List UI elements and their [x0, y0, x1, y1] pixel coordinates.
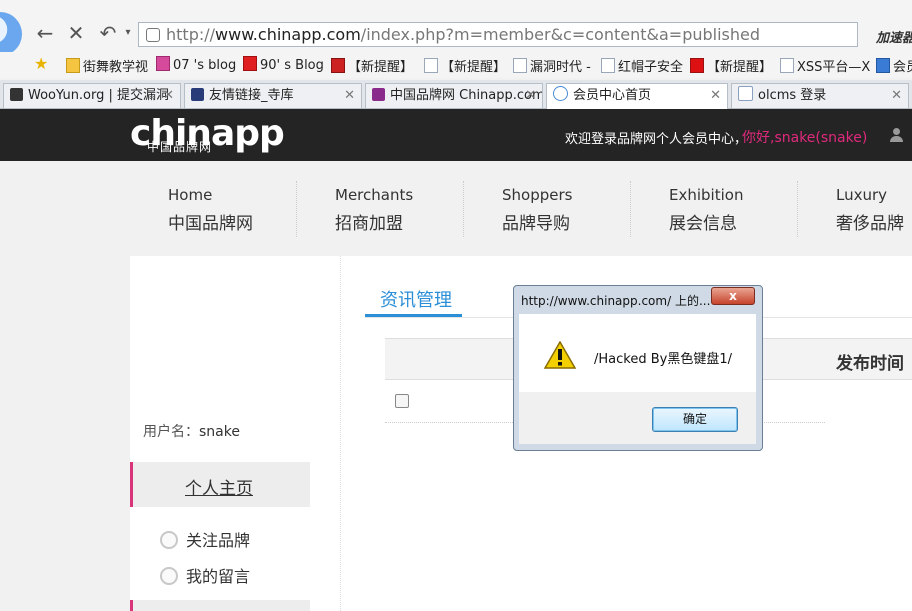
tab-favicon-icon [372, 88, 385, 101]
loading-icon [553, 86, 568, 101]
chevron-down-icon[interactable]: ▾ [117, 22, 139, 44]
tab-bar: WooYun.org | 提交漏洞 ✕ 友情链接_寺库 ✕ 中国品牌网 Chinap… [0, 80, 912, 109]
user-greeting-link[interactable]: 你好,snake(snake) [742, 127, 867, 147]
page-icon [513, 58, 527, 73]
username-row: 用户名：snake [143, 421, 240, 441]
page-icon [780, 58, 794, 73]
nav-divider [630, 181, 631, 237]
close-icon[interactable]: ✕ [710, 84, 721, 108]
heart-icon [160, 531, 178, 549]
page-icon [601, 58, 615, 73]
panel-divider [340, 256, 341, 611]
ok-button[interactable]: 确定 [652, 407, 738, 432]
sidebar-item-my-messages[interactable]: 我的留言 [160, 563, 250, 587]
nav-divider [797, 181, 798, 237]
sidebar-item-label: 个人主页 [185, 479, 253, 499]
nav-item-merchants[interactable]: Merchants 招商加盟 [335, 185, 413, 234]
undo-icon[interactable]: ↶ [97, 22, 119, 44]
nav-item-shoppers[interactable]: Shoppers 品牌导购 [502, 185, 572, 234]
sidebar-item-followed-brands[interactable]: 关注品牌 [160, 527, 250, 551]
star-icon[interactable]: ★ [34, 54, 48, 73]
tab-olcms[interactable]: olcms 登录 ✕ [731, 83, 909, 108]
dialog-message: /Hacked By黑色键盘1/ [594, 352, 732, 367]
url-path: /index.php?m=member&c=content&a=publishe… [360, 25, 761, 44]
main-nav: Home 中国品牌网 Merchants 招商加盟 Shoppers 品牌导购 Exh… [0, 161, 912, 256]
sidebar-item-next[interactable] [130, 600, 310, 611]
sidebar-item-home[interactable]: 个人主页 [130, 462, 310, 507]
favorite-icon [66, 58, 80, 73]
tab-member-center[interactable]: 会员中心首页 ✕ [546, 83, 728, 109]
nav-divider [463, 181, 464, 237]
close-icon[interactable]: ✕ [525, 84, 536, 108]
favorite-item[interactable]: XSS平台—X [780, 56, 870, 75]
username-value: snake [199, 424, 240, 440]
favorite-item[interactable]: 【新提醒】 [424, 56, 506, 75]
favorite-item[interactable]: 【新提醒】 [690, 56, 772, 75]
address-bar[interactable]: http://www.chinapp.com/index.php?m=membe… [138, 22, 858, 47]
close-icon[interactable]: ✕ [344, 84, 355, 108]
dialog-title: http://www.chinapp.com/ 上的... [521, 294, 711, 308]
site-logo-subtitle: 中国品牌网 [147, 140, 213, 154]
favorite-item[interactable]: 街舞教学视 [66, 56, 148, 75]
favorite-item[interactable]: 90' s Blog [243, 56, 324, 73]
url-host: www.chinapp.com [215, 25, 361, 44]
page-icon [738, 86, 753, 101]
tab-favicon-icon [10, 88, 23, 101]
close-icon[interactable]: ✕ [891, 84, 902, 108]
tab-chinapp[interactable]: 中国品牌网 Chinapp.com ✕ [365, 83, 543, 108]
favorite-icon [243, 56, 257, 71]
nav-item-exhibition[interactable]: Exhibition 展会信息 [669, 185, 743, 234]
favorites-bar: ★ 街舞教学视 07 's blog 90' s Blog 【新提醒】 【新提醒… [0, 52, 912, 78]
nav-divider [296, 181, 297, 237]
favorite-icon [876, 58, 890, 73]
tab-secoo[interactable]: 友情链接_寺库 ✕ [184, 83, 362, 108]
user-icon[interactable] [890, 128, 904, 142]
row-checkbox[interactable] [395, 394, 409, 408]
dialog-close-button[interactable]: x [711, 287, 755, 305]
favorite-item[interactable]: 07 's blog [156, 56, 236, 73]
chat-bubble-icon [160, 567, 178, 585]
favorite-icon [156, 56, 170, 71]
stop-icon[interactable]: ✕ [65, 22, 87, 44]
back-arrow-icon[interactable]: ← [34, 22, 56, 44]
url-scheme: http:// [166, 25, 216, 44]
accelerate-button[interactable]: 加速器 [876, 27, 912, 46]
favorite-icon [690, 58, 704, 73]
favorite-item[interactable]: 会员 [876, 56, 912, 75]
shield-icon [146, 28, 160, 42]
close-icon[interactable]: ✕ [163, 84, 174, 108]
page-icon [424, 58, 438, 73]
tab-news-management[interactable]: 资讯管理 [380, 286, 452, 312]
warning-icon [544, 341, 576, 369]
nav-item-home[interactable]: Home 中国品牌网 [168, 185, 253, 234]
favorite-item[interactable]: 【新提醒】 [331, 56, 413, 75]
tab-wooyun[interactable]: WooYun.org | 提交漏洞 ✕ [3, 83, 181, 108]
column-header-publish-time: 发布时间 [836, 354, 904, 374]
favorite-icon [331, 58, 345, 73]
username-label: 用户名： [143, 424, 199, 440]
nav-item-luxury[interactable]: Luxury 奢侈品牌 [836, 185, 904, 234]
favorite-item[interactable]: 红帽子安全 [601, 56, 683, 75]
favorite-item[interactable]: 漏洞时代 - [513, 56, 591, 75]
tab-favicon-icon [191, 88, 204, 101]
welcome-text: 欢迎登录品牌网个人会员中心， [565, 132, 748, 147]
